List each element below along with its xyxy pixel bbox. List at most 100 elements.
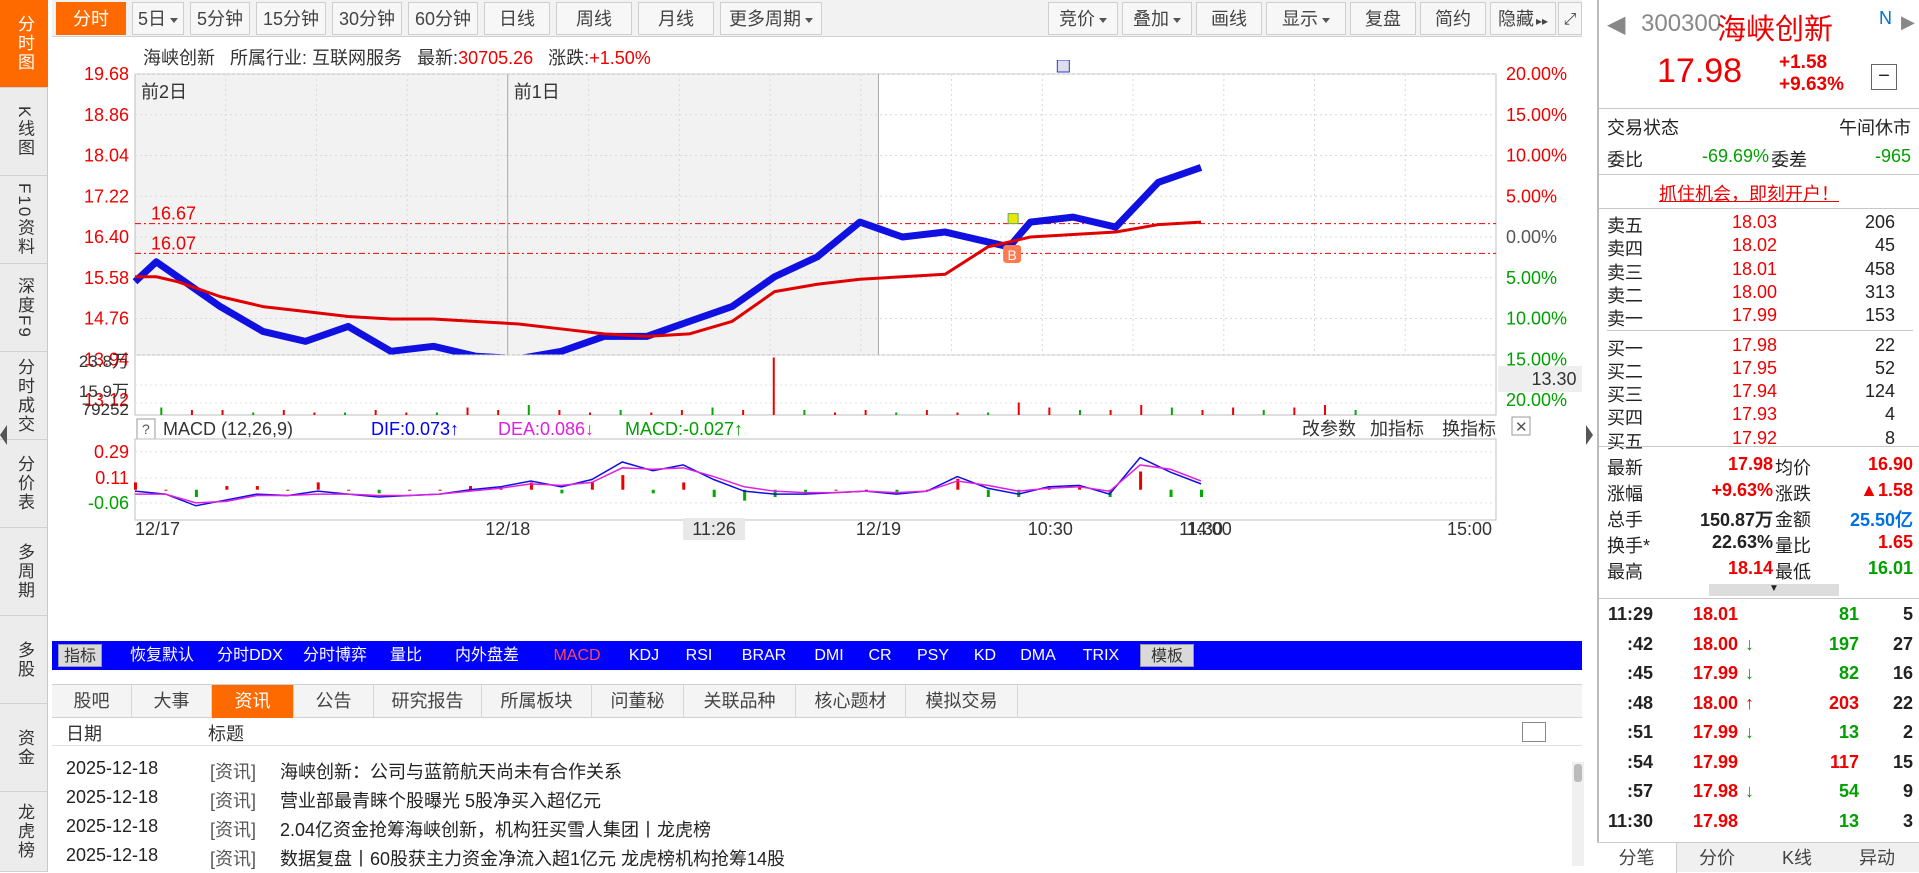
left-collapse-icon[interactable]: [0, 425, 7, 445]
left-tab-7[interactable]: 多股: [0, 616, 48, 704]
news-tab-9[interactable]: 模拟交易: [906, 685, 1018, 718]
indicator-tab-12[interactable]: PSY: [908, 644, 958, 667]
tick-row[interactable]: :42 18.00 ↓ 197 27: [1599, 634, 1919, 658]
news-title[interactable]: 海峡创新：公司与蓝箭航天尚未有合作关系: [280, 758, 622, 784]
tool-button-3[interactable]: 显示: [1266, 2, 1346, 35]
indicator-tab-2[interactable]: 分时DDX: [210, 644, 290, 667]
indicator-tab-11[interactable]: CR: [860, 644, 900, 667]
tick-row[interactable]: :45 17.99 ↓ 82 16: [1599, 663, 1919, 687]
period-tab-5[interactable]: 60分钟: [408, 2, 478, 35]
collapse-icon[interactable]: −: [1871, 64, 1897, 90]
ask-row[interactable]: 卖一 17.99 153: [1599, 305, 1919, 329]
news-tab-8[interactable]: 核心题材: [796, 685, 906, 718]
indicator-tab-3[interactable]: 分时博弈: [294, 644, 376, 667]
tick-row[interactable]: :48 18.00 ↑ 203 22: [1599, 693, 1919, 717]
news-tab-7[interactable]: 关联品种: [684, 685, 796, 718]
quote-bottom-tab-0[interactable]: 分笔: [1597, 843, 1677, 873]
tool-button-0[interactable]: 竞价: [1048, 2, 1118, 35]
date-flag-icon[interactable]: [1056, 60, 1070, 73]
left-tab-9[interactable]: 龙虎榜: [0, 792, 48, 872]
news-tab-4[interactable]: 研究报告: [374, 685, 482, 718]
news-row[interactable]: 2025-12-18 [资讯] 营业部最青睐个股曝光 5股净买入超亿元: [52, 785, 1552, 813]
left-tab-8[interactable]: 资金: [0, 704, 48, 792]
news-scrollbar[interactable]: [1572, 762, 1584, 866]
period-tab-7[interactable]: 周线: [556, 2, 632, 35]
next-stock-icon[interactable]: ▶: [1901, 12, 1915, 33]
prev-stock-icon[interactable]: ◀: [1607, 10, 1625, 39]
bid-row[interactable]: 买五 17.92 8: [1599, 428, 1919, 452]
tool-button-5[interactable]: 简约: [1420, 2, 1486, 35]
macd-action-button[interactable]: 加指标: [1370, 419, 1424, 439]
tick-row[interactable]: :51 17.99 ↓ 13 2: [1599, 722, 1919, 746]
ask-row[interactable]: 卖二 18.00 313: [1599, 282, 1919, 306]
indicator-tab-4[interactable]: 量比: [382, 644, 430, 667]
event-marker[interactable]: [1007, 213, 1019, 225]
indicator-tab-10[interactable]: DMI: [806, 644, 852, 667]
tool-button-6[interactable]: 隐藏 ▸▸: [1490, 2, 1556, 35]
bid-row[interactable]: 买四 17.93 4: [1599, 404, 1919, 428]
expand-icon[interactable]: ⤢: [1558, 2, 1582, 35]
ask-row[interactable]: 卖三 18.01 458: [1599, 259, 1919, 283]
indicator-tab-15[interactable]: TRIX: [1072, 644, 1130, 667]
left-tab-2[interactable]: F10资料: [0, 176, 48, 264]
macd-action-button[interactable]: 换指标: [1442, 419, 1496, 439]
quote-bottom-tab-3[interactable]: 异动: [1837, 843, 1917, 873]
tick-row[interactable]: :54 17.99 117 15: [1599, 752, 1919, 776]
news-row[interactable]: 2025-12-18 [资讯] 2.04亿资金抢筹海峡创新，机构狂买雪人集团丨龙虎榜: [52, 814, 1552, 842]
news-tab-5[interactable]: 所属板块: [482, 685, 592, 718]
tick-row[interactable]: 11:29 18.01 81 5: [1599, 604, 1919, 628]
news-tab-2[interactable]: 资讯: [212, 685, 294, 718]
tool-button-4[interactable]: 复盘: [1350, 2, 1416, 35]
intraday-chart-area[interactable]: 19.6818.8618.0417.2216.4015.5814.7613.94…: [52, 60, 1582, 638]
left-tab-4[interactable]: 分时成交: [0, 352, 48, 440]
layout-toggle-icon[interactable]: [1522, 722, 1546, 742]
news-title[interactable]: 营业部最青睐个股曝光 5股净买入超亿元: [280, 787, 601, 813]
bid-row[interactable]: 买三 17.94 124: [1599, 381, 1919, 405]
indicator-tab-0[interactable]: 指标: [58, 644, 102, 667]
news-tab-0[interactable]: 股吧: [52, 685, 132, 718]
tick-row[interactable]: :57 17.98 ↓ 54 9: [1599, 781, 1919, 805]
period-tab-8[interactable]: 月线: [638, 2, 714, 35]
period-tab-0[interactable]: 分时: [56, 2, 126, 35]
period-tab-3[interactable]: 15分钟: [256, 2, 326, 35]
news-row[interactable]: 2025-12-18 [资讯] 数据复盘丨60股获主力资金净流入超1亿元 龙虎榜机构…: [52, 843, 1552, 871]
indicator-tab-9[interactable]: BRAR: [730, 644, 798, 667]
tick-row[interactable]: 11:30 17.98 13 3: [1599, 811, 1919, 835]
indicator-tab-13[interactable]: KD: [966, 644, 1004, 667]
left-tab-6[interactable]: 多周期: [0, 528, 48, 616]
left-tab-5[interactable]: 分价表: [0, 440, 48, 528]
period-tab-6[interactable]: 日线: [484, 2, 550, 35]
ask-row[interactable]: 卖四 18.02 45: [1599, 235, 1919, 259]
period-tab-2[interactable]: 5分钟: [190, 2, 250, 35]
news-tab-3[interactable]: 公告: [294, 685, 374, 718]
bid-row[interactable]: 买二 17.95 52: [1599, 358, 1919, 382]
period-tab-1[interactable]: 5日: [132, 2, 184, 35]
news-title[interactable]: 2.04亿资金抢筹海峡创新，机构狂买雪人集团丨龙虎榜: [280, 816, 711, 842]
open-account-link[interactable]: 抓住机会，即刻开户！: [1659, 180, 1839, 206]
period-tab-4[interactable]: 30分钟: [332, 2, 402, 35]
expand-stats-icon[interactable]: ▼: [1709, 584, 1839, 596]
news-tab-1[interactable]: 大事: [132, 685, 212, 718]
news-title[interactable]: 数据复盘丨60股获主力资金净流入超1亿元 龙虎榜机构抢筹14股: [280, 845, 785, 871]
indicator-tab-6[interactable]: MACD: [542, 644, 612, 667]
right-collapse-icon[interactable]: [1586, 425, 1593, 445]
bid-row[interactable]: 买一 17.98 22: [1599, 335, 1919, 359]
left-tab-3[interactable]: 深度F9: [0, 264, 48, 352]
tool-button-1[interactable]: 叠加: [1122, 2, 1192, 35]
quote-bottom-tab-2[interactable]: K线: [1757, 843, 1837, 873]
indicator-tab-7[interactable]: KDJ: [620, 644, 668, 667]
indicator-tab-5[interactable]: 内外盘差: [442, 644, 532, 667]
quote-bottom-tab-1[interactable]: 分价: [1677, 843, 1757, 873]
left-tab-1[interactable]: K线图: [0, 88, 48, 176]
news-tab-6[interactable]: 问董秘: [592, 685, 684, 718]
tool-button-2[interactable]: 画线: [1196, 2, 1262, 35]
period-tab-9[interactable]: 更多周期: [720, 2, 822, 35]
news-row[interactable]: 2025-12-18 [资讯] 海峡创新：公司与蓝箭航天尚未有合作关系: [52, 756, 1552, 784]
macd-action-button[interactable]: 改参数: [1302, 419, 1356, 439]
indicator-tab-16[interactable]: 模板: [1140, 644, 1194, 667]
ask-row[interactable]: 卖五 18.03 206: [1599, 212, 1919, 236]
indicator-tab-1[interactable]: 恢复默认: [122, 644, 202, 667]
indicator-tab-14[interactable]: DMA: [1012, 644, 1064, 667]
indicator-tab-8[interactable]: RSI: [676, 644, 722, 667]
left-tab-0[interactable]: 分时图: [0, 0, 48, 88]
